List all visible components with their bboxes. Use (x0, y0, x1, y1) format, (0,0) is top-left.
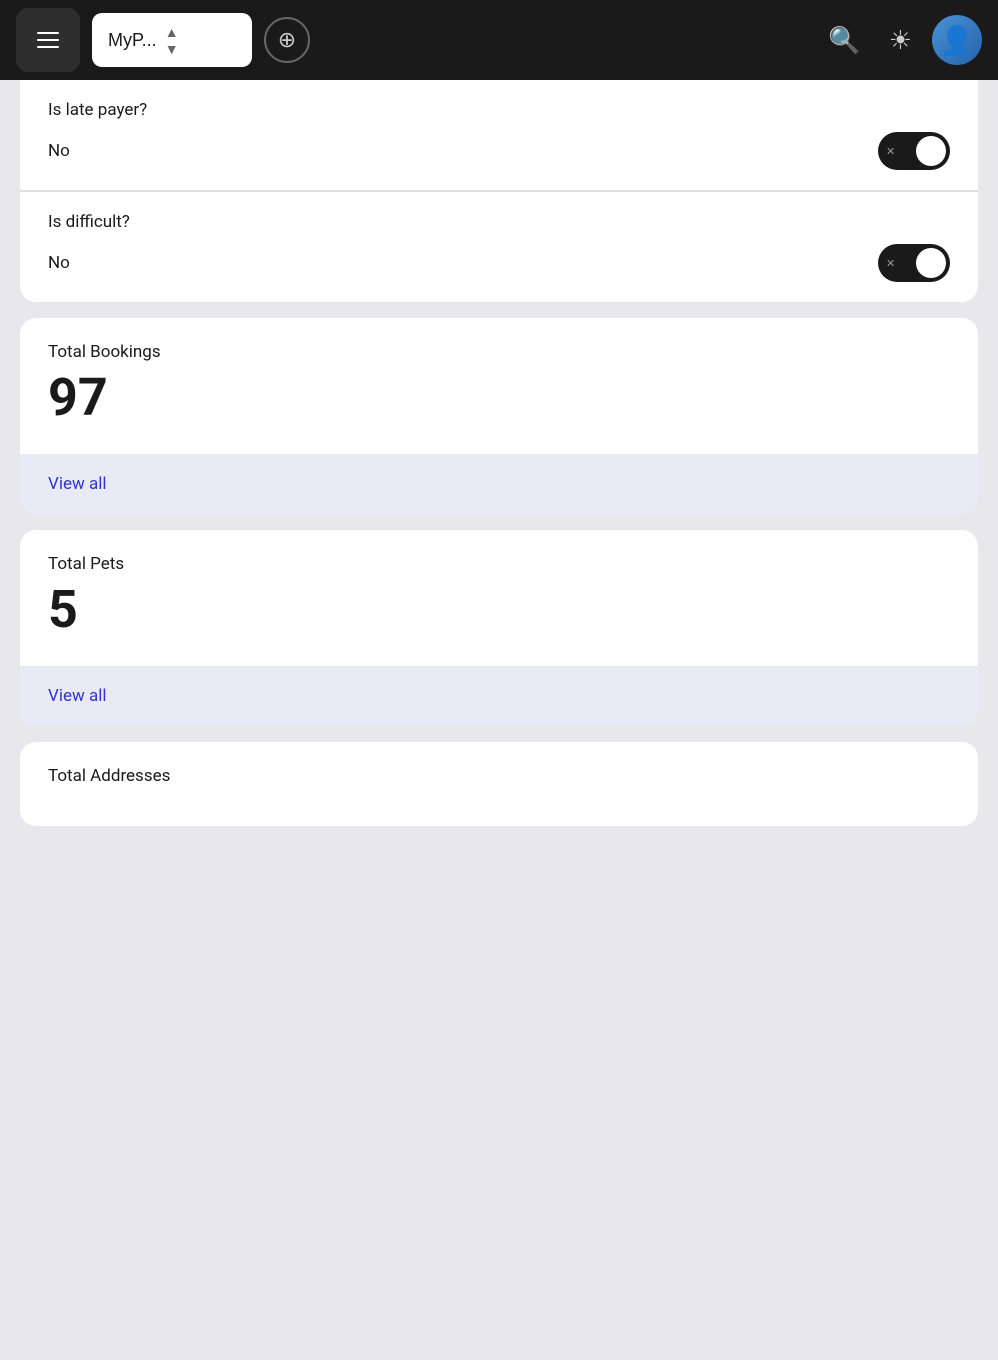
difficult-label: Is difficult? (48, 212, 950, 232)
difficult-section: Is difficult? No ✕ (20, 191, 978, 302)
toggle-x-icon: ✕ (886, 145, 895, 158)
difficult-toggle[interactable]: ✕ (878, 244, 950, 282)
avatar[interactable]: 👤 (932, 15, 982, 65)
toggle-x-icon-2: ✕ (886, 257, 895, 270)
form-card: Is late payer? No ✕ Is difficult? No ✕ (20, 80, 978, 302)
total-bookings-main: Total Bookings 97 (20, 318, 978, 454)
menu-button[interactable] (16, 8, 80, 72)
late-payer-value: No (48, 141, 70, 161)
search-button[interactable]: 🔍 (820, 17, 868, 64)
hamburger-icon (37, 32, 59, 48)
theme-button[interactable]: ☀ (881, 17, 920, 64)
toggle-thumb-2 (916, 248, 946, 278)
main-content: Is late payer? No ✕ Is difficult? No ✕ (0, 80, 998, 846)
avatar-icon: 👤 (940, 24, 975, 57)
workspace-selector[interactable]: MyP... ▲ ▼ (92, 13, 252, 67)
total-pets-label: Total Pets (48, 554, 950, 574)
sun-icon: ☀ (889, 25, 912, 56)
total-pets-footer[interactable]: View all (20, 666, 978, 726)
top-navigation: MyP... ▲ ▼ ⊕ 🔍 ☀ 👤 (0, 0, 998, 80)
total-bookings-label: Total Bookings (48, 342, 950, 362)
plus-icon: ⊕ (278, 27, 296, 53)
total-pets-value: 5 (48, 584, 950, 636)
search-icon: 🔍 (828, 25, 860, 56)
late-payer-label: Is late payer? (48, 100, 950, 120)
total-bookings-card: Total Bookings 97 View all (20, 318, 978, 514)
toggle-thumb (916, 136, 946, 166)
chevron-updown-icon: ▲ ▼ (165, 24, 179, 57)
late-payer-row: No ✕ (48, 132, 950, 170)
bookings-view-all-link[interactable]: View all (48, 474, 106, 494)
toggle-track-2: ✕ (878, 244, 950, 282)
pets-view-all-link[interactable]: View all (48, 686, 106, 706)
late-payer-toggle[interactable]: ✕ (878, 132, 950, 170)
total-addresses-label: Total Addresses (48, 766, 950, 786)
total-pets-main: Total Pets 5 (20, 530, 978, 666)
total-addresses-main: Total Addresses (20, 742, 978, 826)
difficult-row: No ✕ (48, 244, 950, 282)
total-pets-card: Total Pets 5 View all (20, 530, 978, 726)
toggle-track: ✕ (878, 132, 950, 170)
total-bookings-footer[interactable]: View all (20, 454, 978, 514)
add-button[interactable]: ⊕ (264, 17, 310, 63)
workspace-name: MyP... (108, 30, 157, 51)
total-bookings-value: 97 (48, 372, 950, 424)
difficult-value: No (48, 253, 70, 273)
total-addresses-card: Total Addresses (20, 742, 978, 826)
late-payer-section: Is late payer? No ✕ (20, 80, 978, 191)
